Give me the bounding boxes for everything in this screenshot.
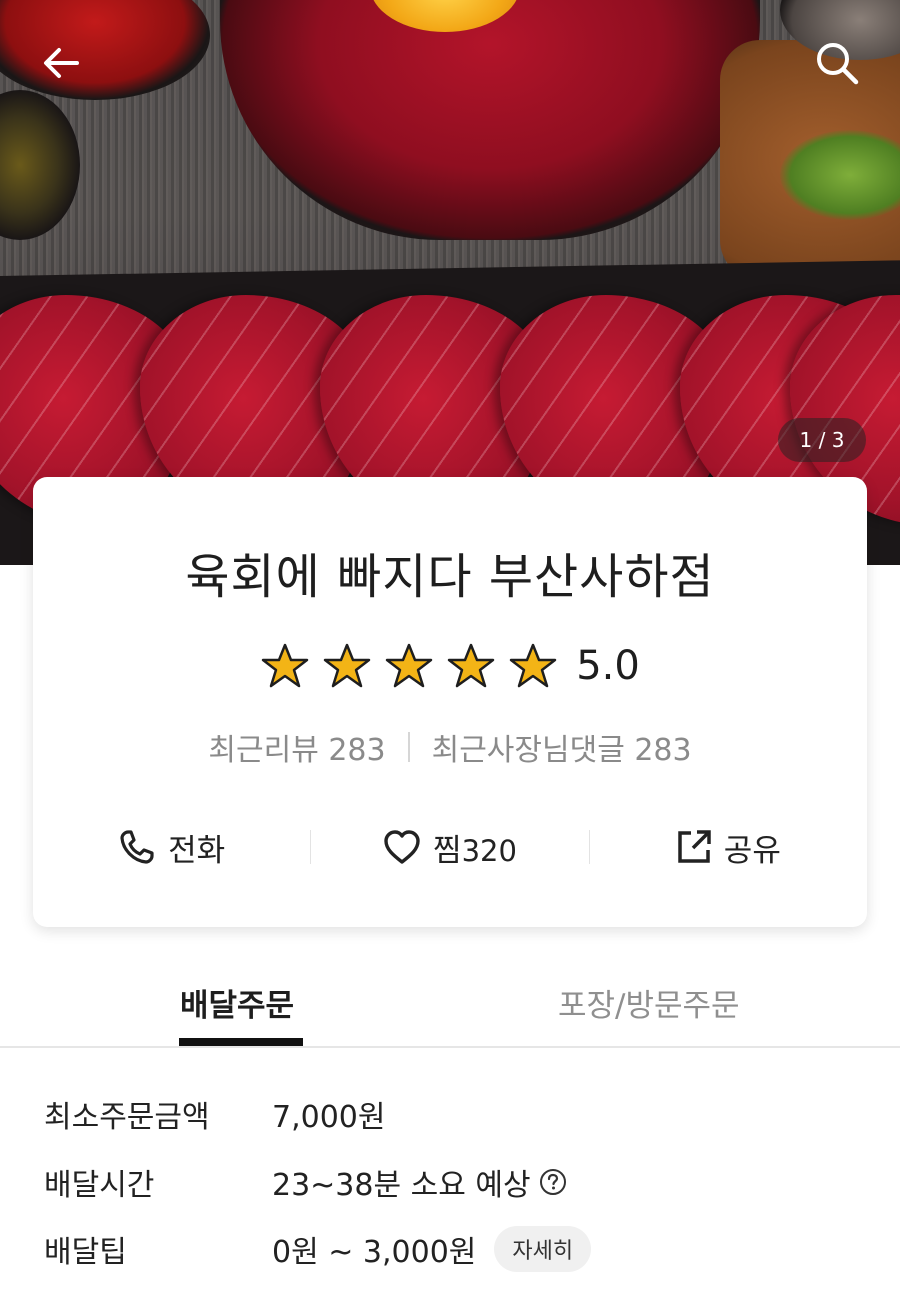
divider — [407, 732, 410, 762]
order-type-tabs: 배달주문 포장/방문주문 — [0, 960, 900, 1048]
share-label: 공유 — [723, 832, 781, 869]
min-order-value: 7,000원 — [272, 1100, 386, 1135]
delivery-tip-label: 배달팁 — [44, 1235, 127, 1270]
recent-reviews-link[interactable]: 최근리뷰 283 — [208, 725, 385, 769]
min-order-row: 최소주문금액 7,000원 — [44, 1092, 864, 1136]
star-icon — [447, 643, 495, 688]
tab-pickup[interactable]: 포장/방문주문 — [558, 980, 740, 1025]
phone-icon — [120, 830, 154, 864]
search-icon — [817, 43, 859, 85]
share-button[interactable]: 공유 — [590, 825, 867, 870]
image-page-counter: 1 / 3 — [778, 418, 866, 462]
rating-value: 5.0 — [576, 643, 640, 689]
call-button[interactable]: 전화 — [33, 825, 310, 870]
delivery-time-label: 배달시간 — [44, 1168, 155, 1203]
star-icon — [385, 643, 433, 688]
review-stats: 최근리뷰 283 최근사장님댓글 283 — [33, 725, 867, 769]
min-order-label: 최소주문금액 — [44, 1100, 210, 1135]
store-info-card: 육회에 빠지다 부산사하점 5.0 최근리뷰 283 최근사장님댓글 283 전… — [33, 477, 867, 927]
share-icon — [678, 830, 711, 863]
delivery-tip-value: 0원 ~ 3,000원 — [272, 1235, 477, 1270]
active-tab-indicator — [179, 1038, 303, 1046]
arrow-left-icon — [44, 48, 79, 78]
star-icon — [323, 643, 371, 688]
favorite-count: 320 — [461, 833, 517, 868]
action-row: 전화 찜320 공유 — [33, 817, 867, 877]
star-icon — [509, 643, 557, 688]
delivery-tip-row: 배달팁 0원 ~ 3,000원 자세히 — [44, 1226, 864, 1272]
back-button[interactable] — [36, 38, 86, 88]
heart-icon — [384, 830, 420, 864]
rating-row[interactable]: 5.0 — [33, 642, 867, 690]
favorite-button[interactable]: 찜320 — [311, 825, 588, 870]
tab-delivery[interactable]: 배달주문 — [180, 980, 294, 1025]
delivery-time-row: 배달시간 23~38분 소요 예상 — [44, 1160, 864, 1204]
delivery-time-value: 23~38분 소요 예상 — [272, 1168, 531, 1203]
store-name: 육회에 빠지다 부산사하점 — [185, 549, 715, 605]
recent-owner-replies-link[interactable]: 최근사장님댓글 283 — [432, 725, 692, 769]
tip-detail-button[interactable]: 자세히 — [494, 1226, 592, 1272]
search-button[interactable] — [812, 38, 862, 88]
question-circle-icon[interactable] — [539, 1168, 567, 1196]
call-label: 전화 — [168, 832, 226, 869]
favorite-label: 찜 — [433, 832, 462, 869]
star-icon — [261, 643, 309, 688]
